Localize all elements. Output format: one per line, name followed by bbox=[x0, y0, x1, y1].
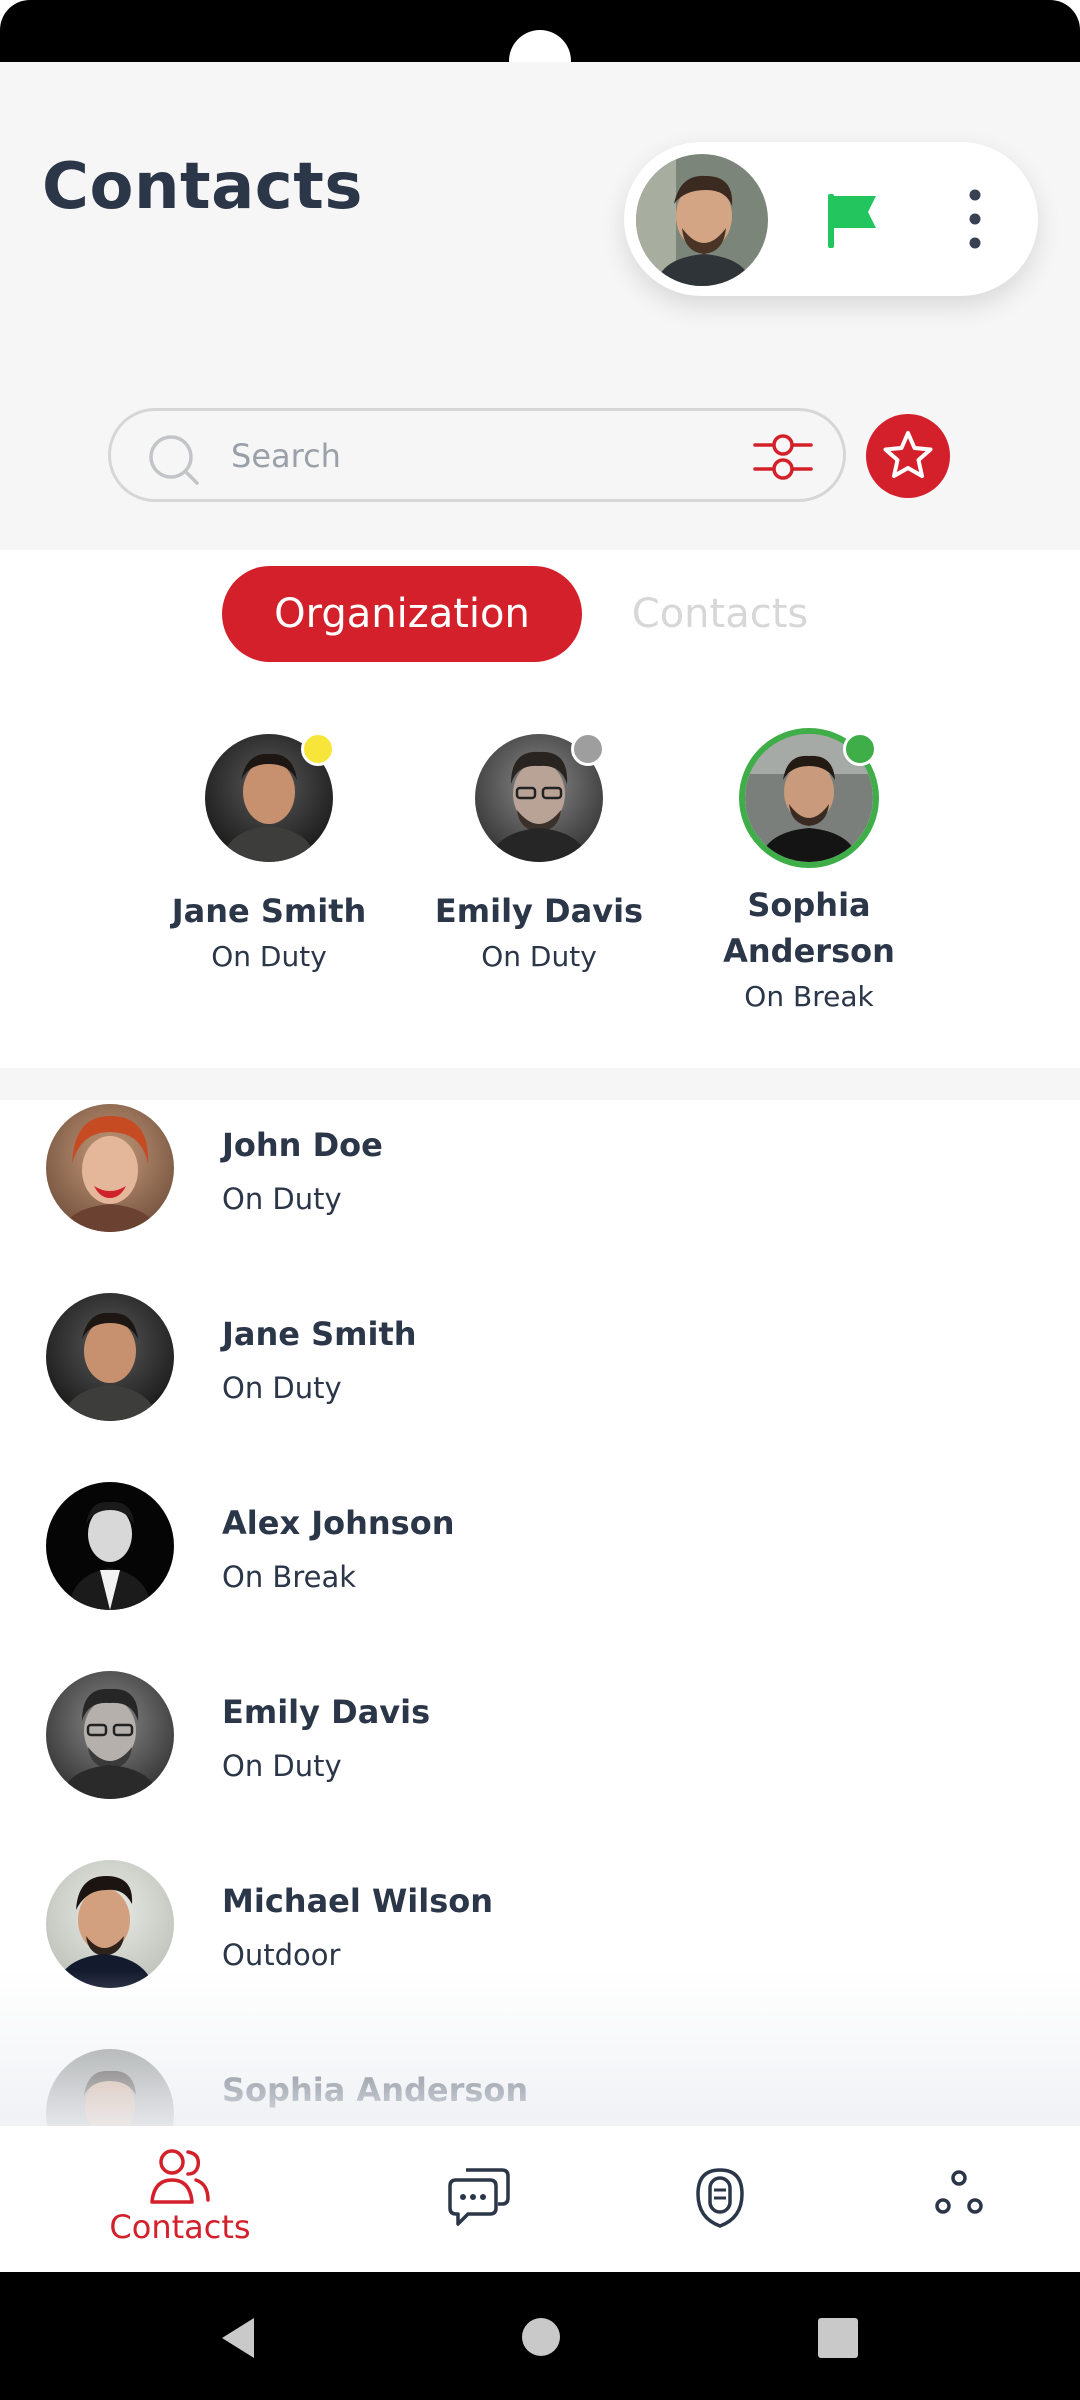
contact-name: Emily Davis bbox=[222, 1693, 431, 1731]
list-item[interactable]: Sophia Anderson bbox=[0, 2049, 1080, 2126]
contact-status: Outdoor bbox=[222, 1938, 341, 1972]
voice-icon bbox=[696, 2168, 744, 2228]
status-dot bbox=[843, 732, 877, 766]
avatar bbox=[46, 1671, 174, 1799]
segmented-tabs: Organization Contacts bbox=[0, 566, 1080, 662]
profile-pill bbox=[624, 142, 1038, 296]
favorite-status: On Break bbox=[744, 980, 874, 1013]
bottom-nav: Contacts bbox=[0, 2126, 1080, 2272]
list-item[interactable]: Michael Wilson Outdoor bbox=[0, 1860, 1080, 2049]
more-apps-icon bbox=[935, 2170, 983, 2214]
status-dot bbox=[571, 732, 605, 766]
contact-status: On Break bbox=[222, 1560, 357, 1594]
search-icon bbox=[149, 435, 199, 485]
nav-voice[interactable] bbox=[686, 2126, 756, 2272]
favorite-contact[interactable]: Emily Davis On Duty bbox=[409, 700, 669, 980]
page-title: Contacts bbox=[42, 150, 363, 224]
recents-button[interactable] bbox=[818, 2318, 858, 2358]
contact-name: Sophia Anderson bbox=[222, 2071, 529, 2109]
list-item[interactable]: Alex Johnson On Break bbox=[0, 1482, 1080, 1671]
favorites-button[interactable] bbox=[866, 414, 950, 498]
back-icon[interactable] bbox=[218, 2316, 258, 2360]
search-input[interactable] bbox=[231, 427, 671, 485]
divider bbox=[0, 1068, 1080, 1100]
system-nav-bar bbox=[0, 2272, 1080, 2400]
contact-name: Jane Smith bbox=[222, 1315, 417, 1353]
avatar bbox=[46, 1104, 174, 1232]
tab-organization[interactable]: Organization bbox=[222, 566, 582, 662]
favorite-name: Emily Davis bbox=[434, 892, 644, 930]
list-item[interactable]: John Doe On Duty bbox=[0, 1104, 1080, 1293]
flag-icon[interactable] bbox=[820, 188, 884, 252]
contact-status: On Duty bbox=[222, 1749, 342, 1783]
nav-more[interactable] bbox=[930, 2126, 990, 2272]
favorite-name: Sophia Anderson bbox=[723, 886, 895, 970]
contact-name: Michael Wilson bbox=[222, 1882, 494, 1920]
profile-avatar[interactable] bbox=[636, 154, 768, 286]
list-item[interactable]: Jane Smith On Duty bbox=[0, 1293, 1080, 1482]
header: Contacts bbox=[0, 62, 1080, 550]
contact-list: John Doe On Duty Jane Smith On Duty Alex bbox=[0, 1100, 1080, 2126]
favorite-contact[interactable]: Jane Smith On Duty bbox=[139, 700, 399, 980]
favorite-status: On Duty bbox=[481, 940, 597, 973]
avatar bbox=[46, 1482, 174, 1610]
contact-name: Alex Johnson bbox=[222, 1504, 455, 1542]
star-icon bbox=[883, 431, 933, 478]
search-bar bbox=[108, 408, 846, 502]
avatar bbox=[46, 1293, 174, 1421]
nav-chat[interactable] bbox=[446, 2126, 516, 2272]
favorite-name: Jane Smith bbox=[171, 892, 367, 930]
tab-contacts[interactable]: Contacts bbox=[600, 566, 840, 662]
favorites-row: Jane Smith On Duty Emily Davis On Duty S… bbox=[0, 700, 1080, 1070]
contact-status: On Duty bbox=[222, 1182, 342, 1216]
home-button[interactable] bbox=[522, 2318, 560, 2356]
contact-name: John Doe bbox=[222, 1126, 383, 1164]
more-vertical-icon[interactable] bbox=[960, 182, 990, 256]
contact-status: On Duty bbox=[222, 1371, 342, 1405]
chat-icon bbox=[448, 2168, 510, 2226]
avatar bbox=[46, 1860, 174, 1988]
contacts-icon bbox=[150, 2149, 210, 2204]
nav-contacts[interactable]: Contacts bbox=[90, 2126, 270, 2272]
status-dot bbox=[301, 732, 335, 766]
favorite-contact[interactable]: Sophia Anderson On Break bbox=[679, 700, 939, 1020]
nav-contacts-label: Contacts bbox=[109, 2208, 251, 2246]
avatar bbox=[46, 2049, 174, 2126]
favorite-status: On Duty bbox=[211, 940, 327, 973]
filter-sliders-icon[interactable] bbox=[753, 429, 813, 485]
list-item[interactable]: Emily Davis On Duty bbox=[0, 1671, 1080, 1860]
